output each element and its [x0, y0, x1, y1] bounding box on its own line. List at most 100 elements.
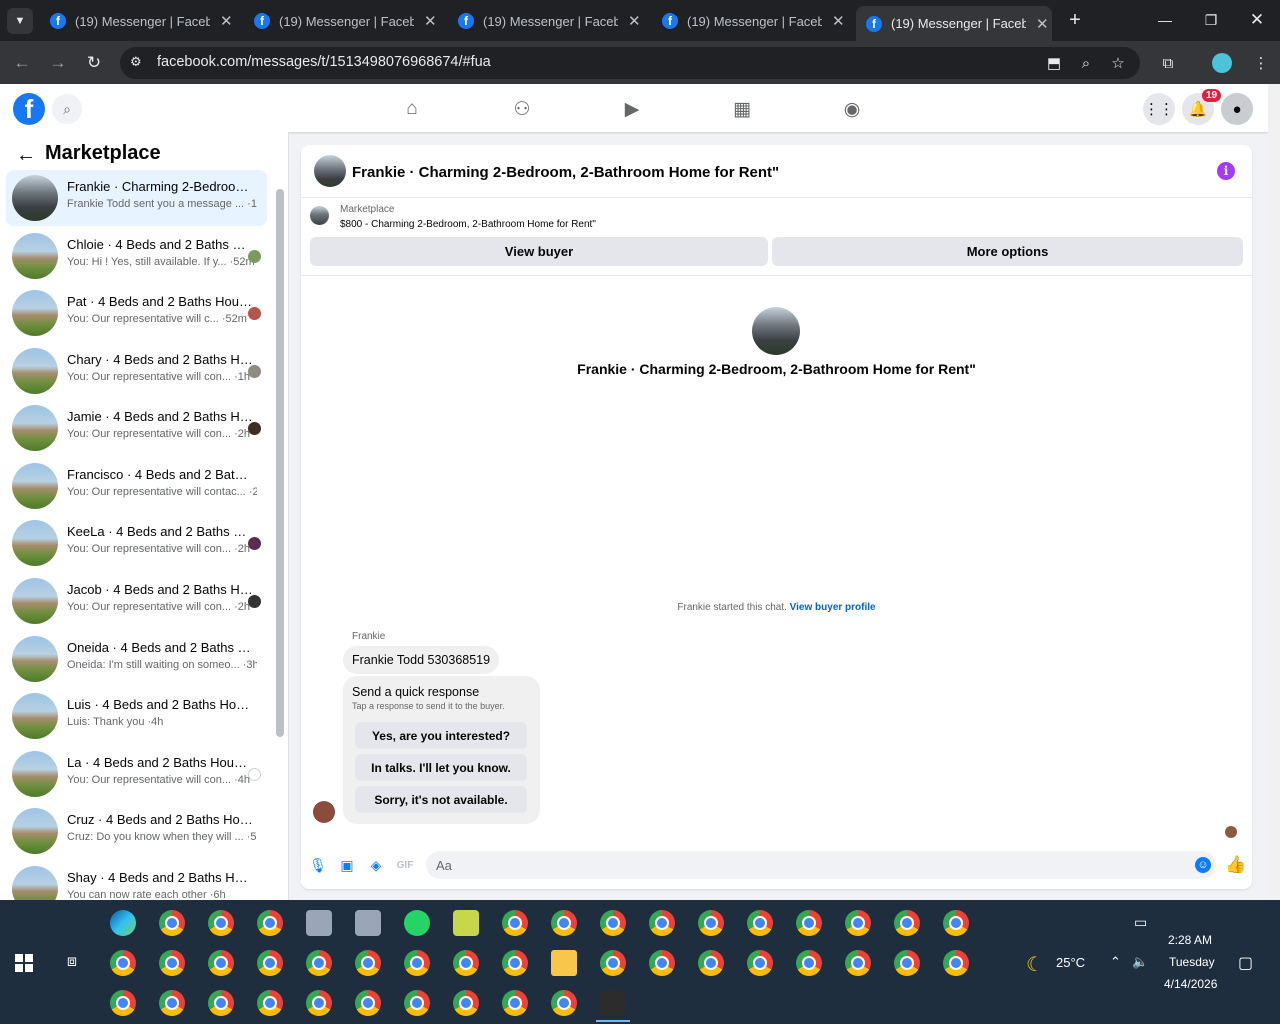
chrome-icon[interactable]	[600, 950, 626, 976]
chrome-icon[interactable]	[796, 950, 822, 976]
chrome-icon[interactable]	[159, 910, 185, 936]
conversation-item[interactable]: La · 4 Beds and 2 Baths House for Rent Y…	[6, 746, 267, 802]
puzzle-icon[interactable]: ⧉	[1157, 53, 1179, 73]
conversation-item[interactable]: Cruz · 4 Beds and 2 Baths House for Rent…	[6, 803, 267, 859]
site-info-icon[interactable]: ⚙	[130, 54, 142, 70]
quick-response-button[interactable]: Yes, are you interested?	[355, 722, 527, 749]
volume-icon[interactable]: 🔈	[1132, 954, 1148, 970]
snipping-tool-icon[interactable]	[600, 990, 626, 1016]
microphone-icon[interactable]: 🎙	[309, 856, 327, 874]
clock-day[interactable]: Tuesday	[1169, 955, 1215, 969]
sidebar-scrollbar[interactable]	[276, 189, 284, 737]
chrome-icon[interactable]	[649, 910, 675, 936]
chrome-icon[interactable]	[551, 910, 577, 936]
forward-arrow-icon[interactable]: →	[46, 52, 70, 74]
page-scrollbar[interactable]	[1268, 84, 1280, 900]
conversation-item[interactable]: Shay · 4 Beds and 2 Baths House for Rent…	[6, 861, 267, 900]
task-view-icon[interactable]: ⧈	[62, 952, 82, 972]
chat-title[interactable]: Frankie · Charming 2-Bedroom, 2-Bathroom…	[352, 164, 779, 181]
sender-avatar[interactable]	[313, 801, 335, 823]
chat-avatar[interactable]	[314, 155, 346, 187]
browser-tab[interactable]: f(19) Messenger | Facebook✕	[244, 6, 440, 36]
close-tab-icon[interactable]: ✕	[628, 12, 641, 30]
sticker-icon[interactable]: ◈	[367, 856, 385, 874]
chrome-icon[interactable]	[208, 910, 234, 936]
clock-date[interactable]: 4/14/2026	[1164, 977, 1217, 991]
app-icon[interactable]	[306, 910, 332, 936]
view-buyer-button[interactable]: View buyer	[310, 237, 768, 266]
chrome-icon[interactable]	[943, 910, 969, 936]
conversation-item[interactable]: Jamie · 4 Beds and 2 Baths House for Ren…	[6, 400, 267, 456]
conversation-item[interactable]: Francisco · 4 Beds and 2 Baths House for…	[6, 458, 267, 514]
network-icon[interactable]: ▭	[1134, 914, 1147, 931]
chrome-icon[interactable]	[355, 990, 381, 1016]
notification-center-icon[interactable]: ▢	[1238, 953, 1253, 973]
conversation-item[interactable]: Oneida · 4 Beds and 2 Baths House for Re…	[6, 631, 267, 687]
star-icon[interactable]: ☆	[1107, 53, 1129, 73]
zoom-icon[interactable]: ⌕	[1075, 53, 1097, 73]
edge-icon[interactable]	[110, 910, 136, 936]
clock-time[interactable]: 2:28 AM	[1168, 933, 1212, 947]
conversation-item[interactable]: Chloie · 4 Beds and 2 Baths House for Re…	[6, 228, 267, 284]
browser-profile-avatar[interactable]	[1212, 53, 1232, 73]
browser-tab[interactable]: f(19) Messenger | Facebook✕	[40, 6, 236, 36]
conversation-item[interactable]: Frankie · Charming 2-Bedroom, 2-Bathroom…	[6, 170, 267, 226]
listing-price-title[interactable]: $800 - Charming 2-Bedroom, 2-Bathroom Ho…	[340, 219, 596, 230]
reload-icon[interactable]: ↻	[82, 52, 106, 74]
chrome-icon[interactable]	[845, 950, 871, 976]
chrome-icon[interactable]	[698, 950, 724, 976]
chrome-icon[interactable]	[257, 910, 283, 936]
chrome-icon[interactable]	[551, 990, 577, 1016]
more-options-button[interactable]: More options	[772, 237, 1243, 266]
chrome-icon[interactable]	[894, 910, 920, 936]
conversation-item[interactable]: Jacob · 4 Beds and 2 Baths House for Ren…	[6, 573, 267, 629]
browser-tab[interactable]: f(19) Messenger | Facebook✕	[652, 6, 848, 36]
chrome-icon[interactable]	[110, 990, 136, 1016]
chrome-icon[interactable]	[306, 950, 332, 976]
chrome-icon[interactable]	[110, 950, 136, 976]
marketplace-icon[interactable]: ▦	[729, 96, 755, 122]
quick-response-button[interactable]: Sorry, it's not available.	[355, 786, 527, 813]
info-icon[interactable]: i	[1217, 162, 1235, 180]
close-tab-icon[interactable]: ✕	[832, 12, 845, 30]
omnibox[interactable]: ⚙ facebook.com/messages/t/15134980769686…	[120, 47, 1140, 79]
chrome-icon[interactable]	[747, 950, 773, 976]
chrome-icon[interactable]	[894, 950, 920, 976]
chrome-icon[interactable]	[747, 910, 773, 936]
chrome-icon[interactable]	[600, 910, 626, 936]
close-window-icon[interactable]: ✕	[1245, 8, 1269, 32]
gif-icon[interactable]: GIF	[396, 856, 414, 874]
friends-icon[interactable]: ⚇	[509, 96, 535, 122]
chrome-icon[interactable]	[502, 950, 528, 976]
search-icon[interactable]: ⌕	[52, 94, 82, 124]
home-icon[interactable]: ⌂	[399, 96, 425, 122]
chrome-icon[interactable]	[404, 990, 430, 1016]
weather-temperature[interactable]: 25°C	[1056, 955, 1085, 970]
menu-grid-icon[interactable]: ⋮⋮	[1143, 93, 1175, 125]
kebab-menu-icon[interactable]: ⋮	[1250, 53, 1272, 73]
whatsapp-icon[interactable]	[404, 910, 430, 936]
browser-tab[interactable]: f(19) Messenger | Facebook✕	[448, 6, 644, 36]
chevron-up-icon[interactable]: ⌃	[1110, 954, 1121, 970]
windows-start-icon[interactable]	[15, 954, 33, 972]
new-tab-button[interactable]: +	[1063, 8, 1087, 32]
tab-search-dropdown[interactable]: ▼	[7, 8, 33, 34]
restore-icon[interactable]: ❐	[1199, 8, 1223, 32]
conversation-item[interactable]: KeeLa · 4 Beds and 2 Baths House for Ren…	[6, 515, 267, 571]
chrome-icon[interactable]	[845, 910, 871, 936]
chrome-icon[interactable]	[404, 950, 430, 976]
chrome-icon[interactable]	[502, 990, 528, 1016]
chrome-icon[interactable]	[502, 910, 528, 936]
conversation-item[interactable]: Pat · 4 Beds and 2 Baths House for Rent …	[6, 285, 267, 341]
video-icon[interactable]: ▶	[619, 96, 645, 122]
quick-response-button[interactable]: In talks. I'll let you know.	[355, 754, 527, 781]
chrome-icon[interactable]	[943, 950, 969, 976]
file-explorer-icon[interactable]	[551, 950, 577, 976]
thumbs-up-icon[interactable]: 👍	[1225, 855, 1246, 875]
back-arrow-icon[interactable]: ←	[10, 52, 34, 74]
chrome-icon[interactable]	[453, 990, 479, 1016]
app-icon[interactable]	[355, 910, 381, 936]
chrome-icon[interactable]	[257, 990, 283, 1016]
conversation-item[interactable]: Luis · 4 Beds and 2 Baths House for Rent…	[6, 688, 267, 744]
back-arrow-icon[interactable]: ←	[16, 144, 36, 167]
